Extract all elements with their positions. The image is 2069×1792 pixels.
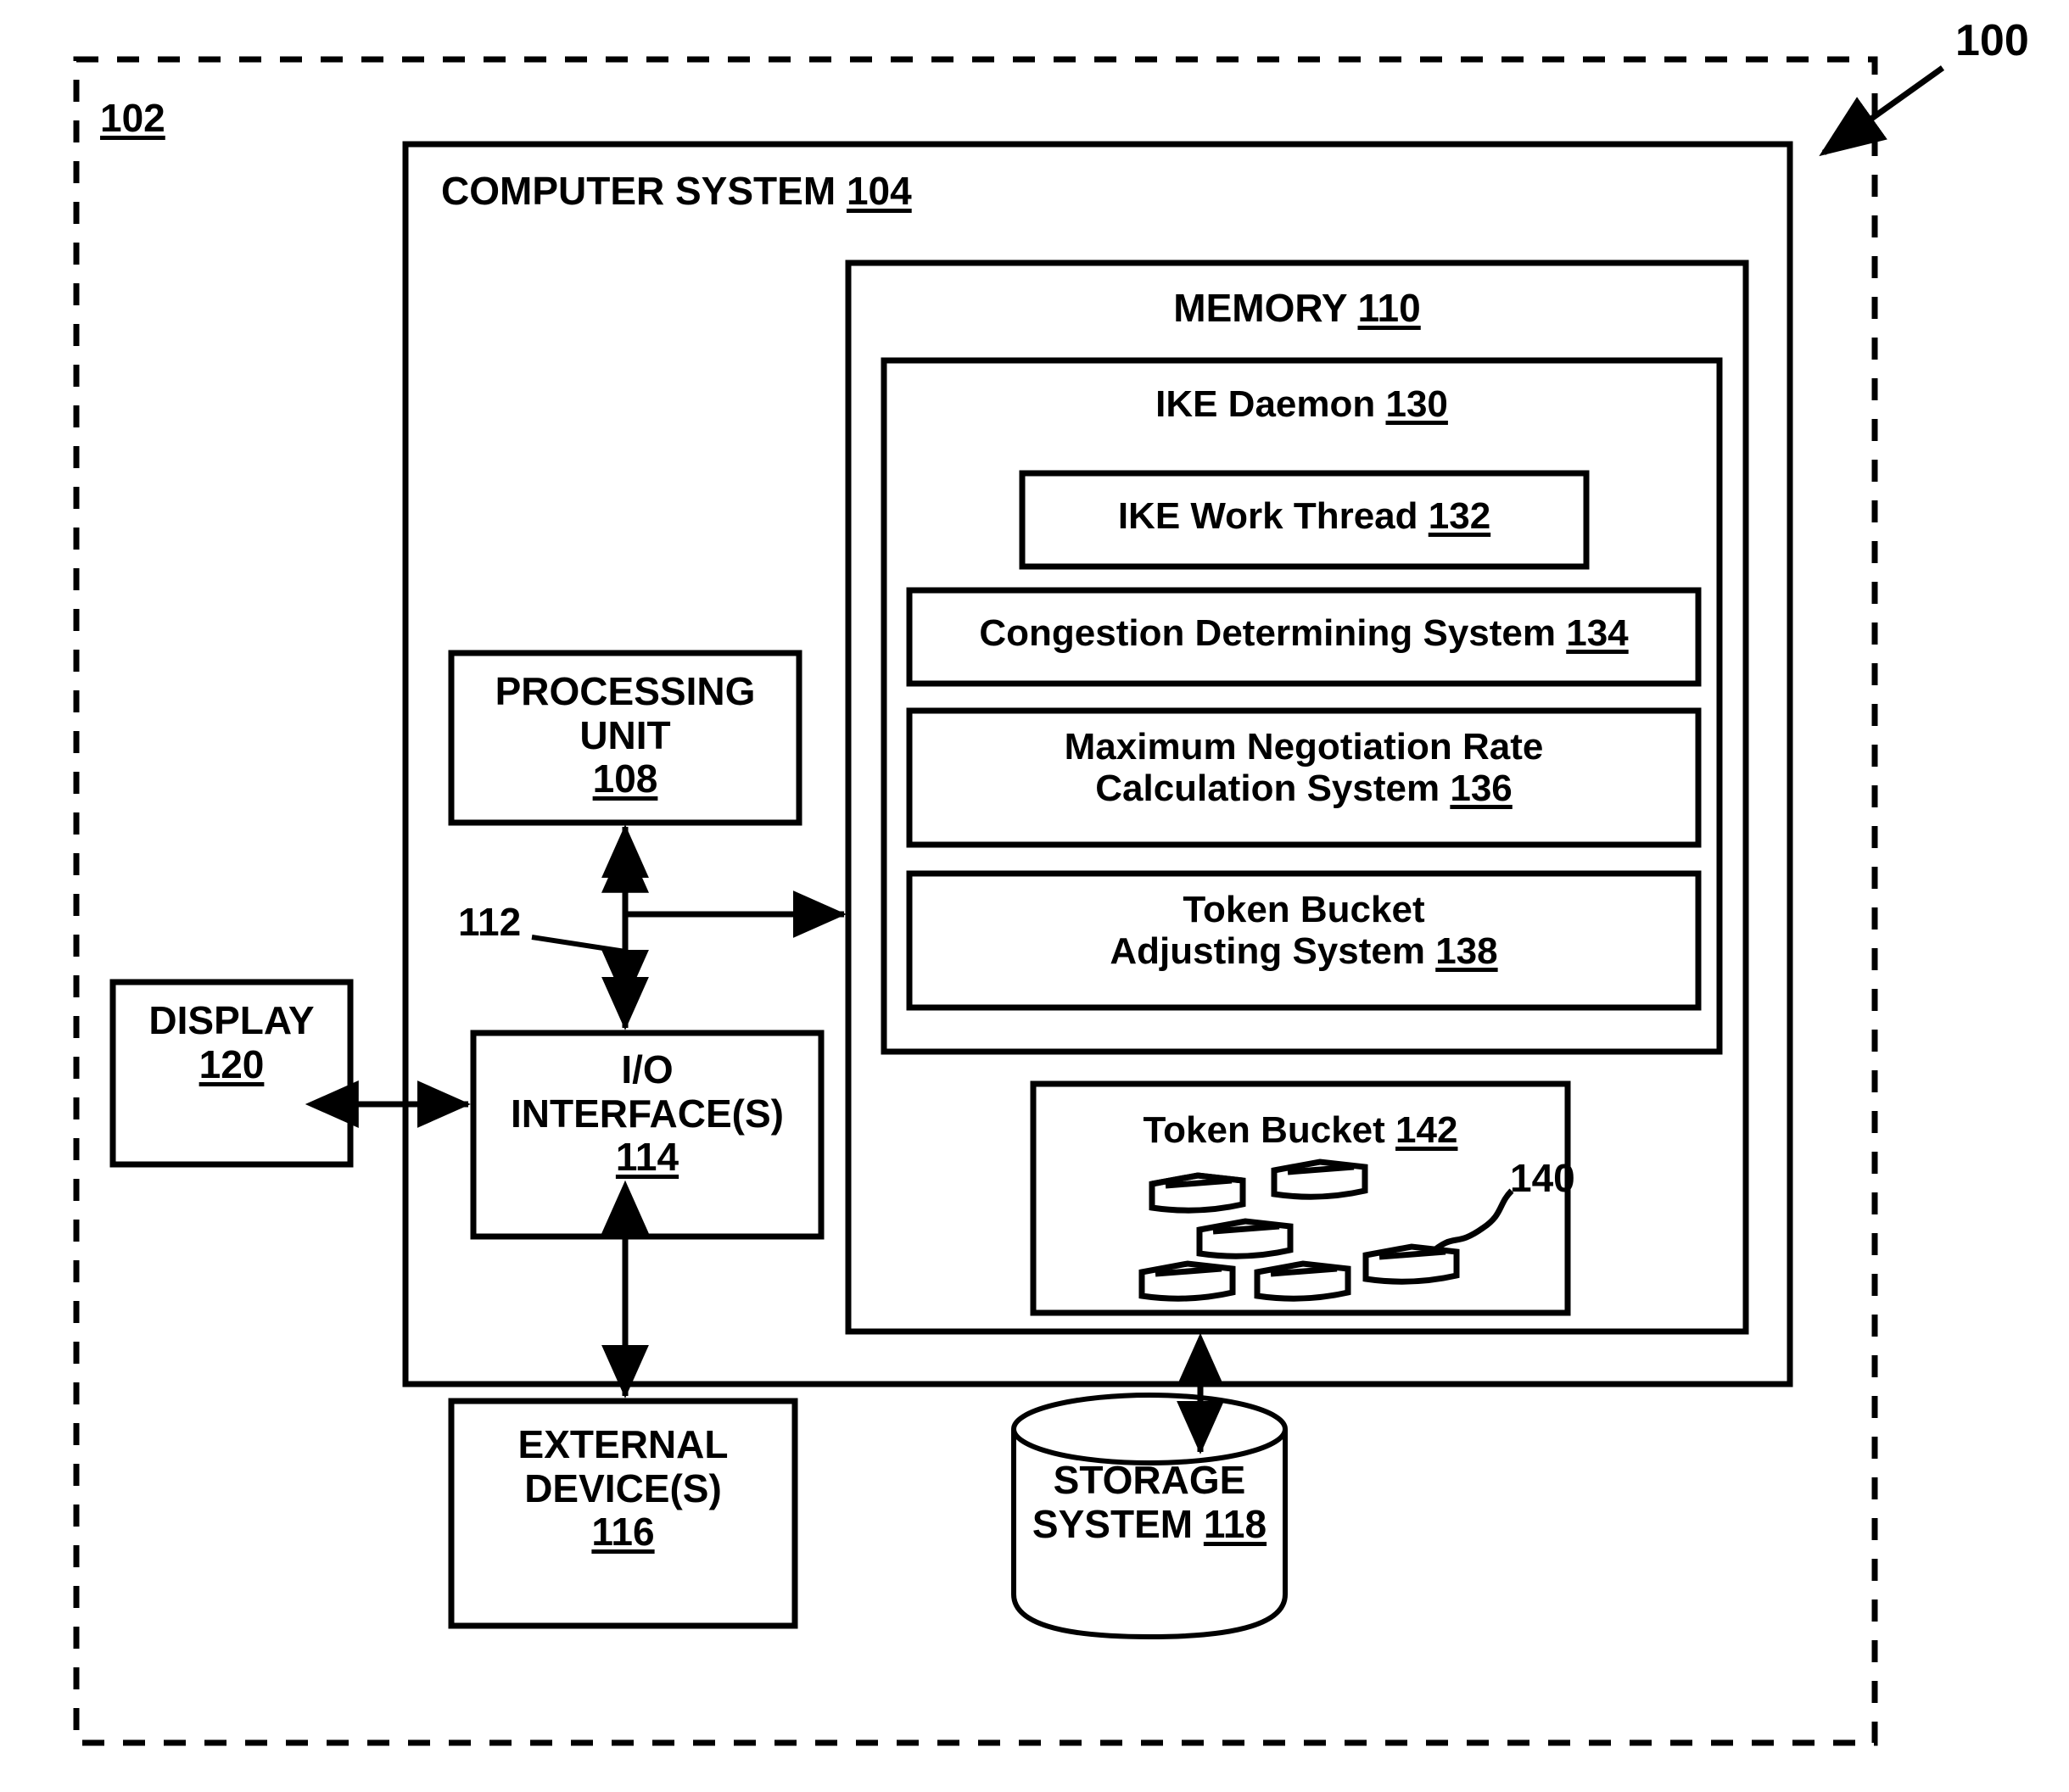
- processing-unit-label: PROCESSING UNIT 108: [451, 669, 799, 801]
- external-devices-label: EXTERNAL DEVICE(S) 116: [451, 1422, 795, 1555]
- token-ref-leader: [1428, 1188, 1514, 1256]
- bus-ref-leader: [531, 935, 626, 954]
- processing-unit-text: PROCESSING UNIT: [495, 669, 756, 757]
- max-negotiation-rate-ref: 136: [1450, 768, 1513, 810]
- ike-daemon-title-text: IKE Daemon: [1155, 383, 1386, 425]
- patent-figure: 102 100 COMPUTER SYSTEM 104 MEMORY 110 I…: [0, 0, 2069, 1792]
- figure-ref-leader: [1819, 65, 1945, 157]
- display-label: DISPLAY 120: [113, 998, 350, 1086]
- max-negotiation-rate-label: Maximum Negotiation Rate Calculation Sys…: [909, 726, 1698, 810]
- token-bucket-ref: 142: [1395, 1109, 1458, 1151]
- ike-work-thread-label: IKE Work Thread 132: [1022, 495, 1586, 537]
- figure-ref: 100: [1955, 16, 2029, 65]
- memory-title-text: MEMORY: [1173, 286, 1358, 330]
- token-coin: [1362, 1243, 1460, 1285]
- computer-system-title: COMPUTER SYSTEM 104: [441, 169, 912, 214]
- display-text: DISPLAY: [148, 998, 315, 1042]
- congestion-determining-system-label: Congestion Determining System 134: [909, 612, 1698, 654]
- token-bucket-adjusting-system-label: Token Bucket Adjusting System 138: [909, 889, 1698, 973]
- outer-boundary-ref: 102: [100, 96, 165, 140]
- token-group: [1138, 1158, 1460, 1302]
- io-interface-ref: 114: [615, 1135, 679, 1180]
- token-coin: [1271, 1158, 1368, 1200]
- token-coin: [1196, 1218, 1294, 1259]
- token-ref: 140: [1510, 1156, 1575, 1200]
- io-interface-label: I/O INTERFACE(S) 114: [473, 1047, 821, 1180]
- ike-daemon-ref: 130: [1385, 383, 1448, 425]
- ike-daemon-title: IKE Daemon 130: [884, 383, 1720, 425]
- processing-unit-ref: 108: [592, 756, 658, 801]
- storage-system-ref: 118: [1203, 1501, 1267, 1546]
- bus-ref: 112: [458, 900, 522, 944]
- congestion-determining-system-text: Congestion Determining System: [979, 612, 1567, 654]
- token-coin: [1254, 1260, 1351, 1302]
- io-interface-text: I/O INTERFACE(S): [511, 1047, 784, 1136]
- memory-title: MEMORY 110: [848, 286, 1746, 331]
- token-bucket-title: Token Bucket 142: [1033, 1109, 1568, 1151]
- computer-system-title-text: COMPUTER SYSTEM: [441, 169, 847, 213]
- token-coin: [1138, 1260, 1236, 1302]
- display-ref: 120: [199, 1041, 265, 1086]
- token-bucket-adjusting-system-ref: 138: [1435, 930, 1498, 973]
- ike-work-thread-text: IKE Work Thread: [1117, 495, 1429, 537]
- ike-work-thread-ref: 132: [1428, 495, 1491, 537]
- external-devices-text: EXTERNAL DEVICE(S): [517, 1422, 729, 1510]
- external-devices-ref: 116: [591, 1510, 655, 1555]
- token-bucket-title-text: Token Bucket: [1143, 1109, 1396, 1151]
- token-coin: [1149, 1172, 1246, 1214]
- computer-system-ref: 104: [846, 169, 912, 213]
- memory-ref: 110: [1357, 286, 1421, 330]
- token-bucket-adjusting-system-text: Token Bucket Adjusting System: [1110, 889, 1425, 973]
- storage-system-label: STORAGE SYSTEM 118: [1014, 1458, 1285, 1546]
- congestion-determining-system-ref: 134: [1566, 612, 1629, 654]
